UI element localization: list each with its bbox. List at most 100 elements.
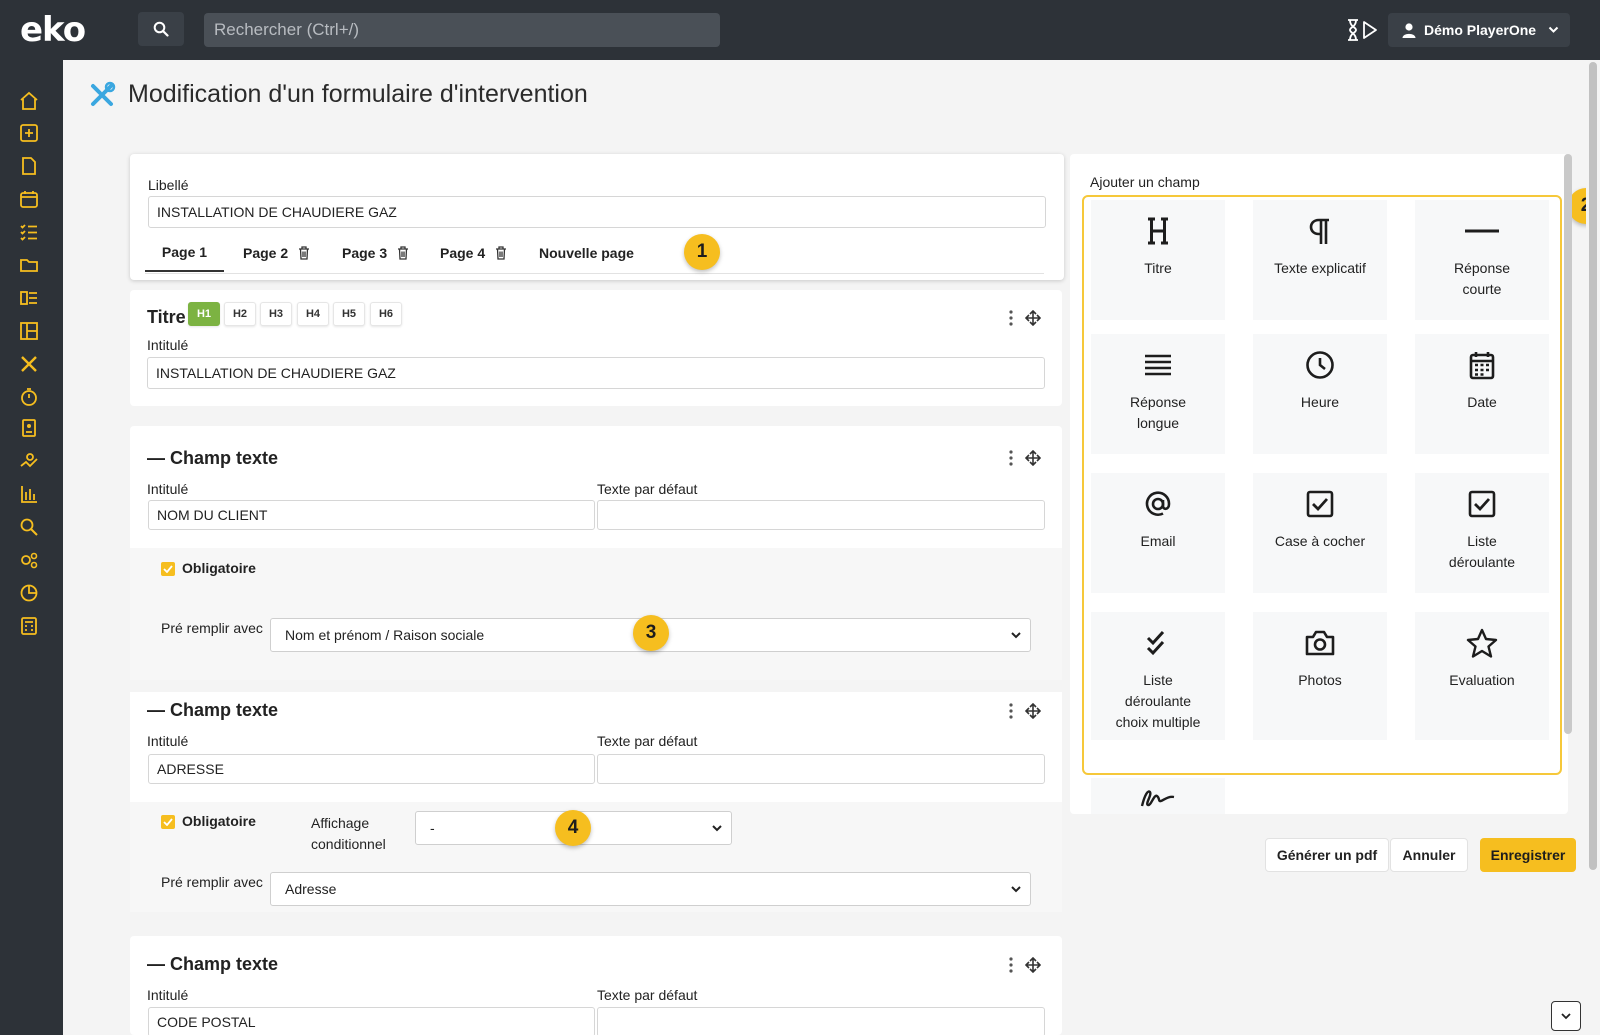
tile-evaluation[interactable]: Evaluation [1415, 612, 1549, 740]
tab-new-page[interactable]: Nouvelle page [539, 234, 634, 272]
page-scrollbar[interactable] [1586, 60, 1600, 1035]
save-button[interactable]: Enregistrer [1480, 838, 1576, 872]
intitule-label: Intitulé [147, 987, 189, 1003]
heading-level-h2[interactable]: H2 [224, 302, 256, 326]
calculator-icon[interactable] [19, 616, 39, 636]
default-text-input[interactable] [597, 1007, 1045, 1035]
search-icon[interactable] [19, 517, 39, 537]
heading-level-h1[interactable]: H1 [188, 302, 220, 326]
tile-photos[interactable]: Photos [1253, 612, 1387, 740]
map-icon[interactable] [19, 451, 39, 471]
intitule-label: Intitulé [147, 481, 189, 497]
chevron-down-icon [1011, 632, 1021, 639]
tile-signature[interactable] [1091, 778, 1225, 814]
document-icon[interactable] [19, 156, 39, 176]
tile-reponse-longue[interactable]: Réponse longue [1091, 334, 1225, 454]
cancel-button[interactable]: Annuler [1390, 838, 1468, 872]
move-handle-icon[interactable] [1025, 957, 1041, 973]
prefill-select-value: Adresse [285, 881, 337, 897]
pie-chart-icon[interactable] [19, 583, 39, 603]
double-check-icon [1146, 630, 1165, 656]
bar-chart-icon[interactable] [19, 484, 39, 504]
chevron-down-icon [1548, 26, 1559, 33]
app-logo[interactable]: eko [20, 10, 86, 50]
tile-heure[interactable]: Heure [1253, 334, 1387, 454]
panel-scrollbar[interactable] [1564, 154, 1572, 734]
tile-label: Liste [1143, 672, 1173, 688]
search-button[interactable] [138, 12, 184, 46]
kebab-menu-icon[interactable] [1008, 957, 1014, 973]
libelle-label: Libellé [148, 177, 189, 193]
tools-icon [91, 81, 116, 106]
conditional-label: Affichage conditionnel [311, 815, 386, 852]
intitule-label: Intitulé [147, 337, 189, 353]
intitule-input[interactable]: NOM DU CLIENT [148, 500, 595, 530]
prefill-select[interactable]: Adresse [270, 872, 1031, 906]
required-checkbox[interactable] [161, 562, 175, 576]
checklist-icon[interactable] [19, 222, 39, 242]
structure-icon[interactable] [19, 321, 39, 341]
trash-icon[interactable] [298, 246, 310, 260]
tile-titre[interactable]: Titre [1091, 200, 1225, 320]
kebab-menu-icon[interactable] [1008, 450, 1014, 466]
trash-icon[interactable] [397, 246, 409, 260]
prefill-label: Pré remplir avec [161, 620, 263, 636]
stopwatch-icon[interactable] [19, 387, 39, 407]
chevron-down-icon [1561, 1013, 1571, 1020]
tab-page-4[interactable]: Page 4 [440, 234, 507, 272]
tile-email[interactable]: Email [1091, 473, 1225, 593]
required-checkbox[interactable] [161, 815, 175, 829]
move-handle-icon[interactable] [1025, 450, 1041, 466]
heading-level-h3[interactable]: H3 [260, 302, 292, 326]
tools-icon[interactable] [19, 354, 39, 374]
libelle-input[interactable]: INSTALLATION DE CHAUDIERE GAZ [148, 196, 1046, 228]
page-tabs: Page 1 Page 2 Page 3 Page 4 Nouvelle pag… [145, 234, 1044, 274]
user-menu[interactable]: Démo PlayerOne [1388, 13, 1570, 47]
page-title: Modification d'un formulaire d'intervent… [128, 80, 588, 108]
tile-reponse-courte[interactable]: Réponse courte [1415, 200, 1549, 320]
tile-date[interactable]: Date [1415, 334, 1549, 454]
tile-label: courte [1462, 281, 1502, 297]
home-icon[interactable] [19, 91, 39, 111]
tile-liste-deroulante[interactable]: Liste déroulante [1415, 473, 1549, 593]
default-text-input[interactable] [597, 754, 1045, 784]
kebab-menu-icon[interactable] [1008, 310, 1014, 326]
tile-texte-explicatif[interactable]: Texte explicatif [1253, 200, 1387, 320]
intitule-input[interactable]: CODE POSTAL [148, 1007, 595, 1035]
heading-level-h5[interactable]: H5 [333, 302, 365, 326]
tab-page-3[interactable]: Page 3 [342, 234, 409, 272]
generate-pdf-button[interactable]: Générer un pdf [1265, 838, 1389, 872]
move-handle-icon[interactable] [1025, 310, 1041, 326]
move-handle-icon[interactable] [1025, 703, 1041, 719]
tile-liste-choix-multiple[interactable]: Liste déroulante choix multiple [1091, 612, 1225, 740]
default-text-input[interactable] [597, 500, 1045, 530]
tab-page-1[interactable]: Page 1 [145, 234, 224, 272]
tile-case-a-cocher[interactable]: Case à cocher [1253, 473, 1387, 593]
page-header: Modification d'un formulaire d'intervent… [88, 80, 588, 109]
kebab-menu-icon[interactable] [1008, 703, 1014, 719]
default-text-label: Texte par défaut [597, 481, 698, 497]
heading-level-h4[interactable]: H4 [297, 302, 329, 326]
title-intitule-input[interactable]: INSTALLATION DE CHAUDIERE GAZ [147, 357, 1045, 389]
contact-icon[interactable] [19, 418, 39, 438]
settings-icon[interactable] [19, 550, 39, 570]
intitule-label: Intitulé [147, 733, 189, 749]
tab-page-2[interactable]: Page 2 [243, 234, 310, 272]
hourglass-play-icon[interactable] [1345, 18, 1381, 42]
heading-level-h6[interactable]: H6 [370, 302, 402, 326]
tasks-icon[interactable] [19, 288, 39, 308]
calendar-icon[interactable] [19, 189, 39, 209]
trash-icon[interactable] [495, 246, 507, 260]
clock-icon [1306, 351, 1334, 379]
chevron-down-icon [712, 825, 722, 832]
tile-label: Liste [1467, 533, 1497, 549]
folder-icon[interactable] [19, 255, 39, 275]
global-search-input[interactable] [204, 13, 720, 47]
tile-label: choix multiple [1115, 714, 1201, 730]
prefill-label: Pré remplir avec [161, 874, 263, 890]
checkbox-icon [1306, 490, 1334, 518]
intitule-input[interactable]: ADRESSE [148, 754, 595, 784]
scroll-down-button[interactable] [1551, 1001, 1581, 1031]
calendar-icon [1469, 352, 1495, 380]
plus-square-icon[interactable] [19, 123, 39, 143]
